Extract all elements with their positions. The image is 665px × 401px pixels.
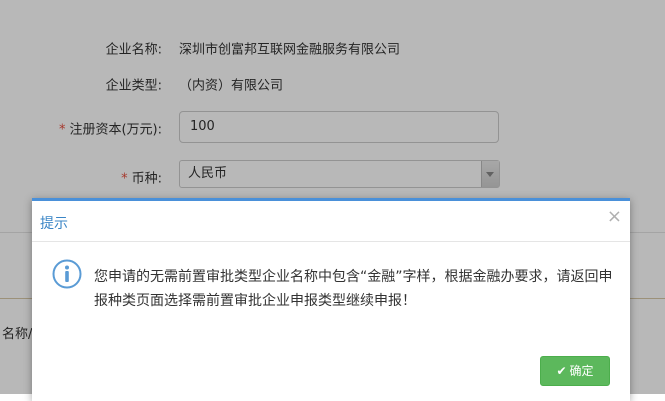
- confirm-button-label: 确定: [569, 364, 594, 378]
- check-icon: ✔: [556, 364, 567, 378]
- confirm-button[interactable]: ✔ 确定: [540, 356, 610, 386]
- close-icon[interactable]: ×: [607, 207, 622, 227]
- dialog-title: 提示: [40, 216, 68, 232]
- info-icon: [52, 259, 82, 289]
- dialog-message: 您申请的无需前置审批类型企业名称中包含“金融”字样，根据金融办要求，请返回申报种…: [94, 269, 613, 309]
- alert-dialog: 提示 × 您申请的无需前置审批类型企业名称中包含“金融”字样，根据金融办要求，请…: [32, 198, 630, 401]
- dialog-header: 提示 ×: [32, 201, 630, 242]
